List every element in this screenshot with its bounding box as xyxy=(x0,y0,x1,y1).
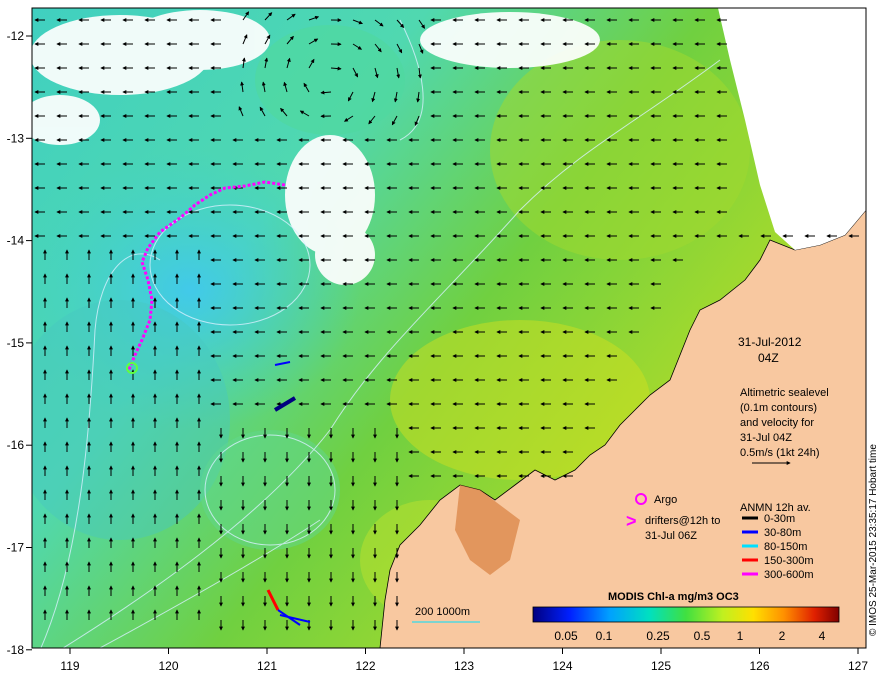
svg-text:(0.1m contours): (0.1m contours) xyxy=(740,402,817,414)
map-time: 04Z xyxy=(758,351,779,365)
argo-legend-label: Argo xyxy=(654,494,677,506)
x-tick-label: 127 xyxy=(848,659,868,673)
eddy-feature xyxy=(255,25,405,135)
map-date: 31-Jul-2012 xyxy=(738,335,802,349)
anmn-legend-label: 30-80m xyxy=(764,527,801,539)
colorbar-tick-label: 0.25 xyxy=(646,629,670,643)
svg-text:0.5m/s (1kt 24h): 0.5m/s (1kt 24h) xyxy=(740,447,819,459)
y-axis: -12 -13 -14 -15 -16 -17 -18 xyxy=(7,29,32,657)
ocean-chlorophyll-map: 200 1000m 119 120 121 122 123 124 125 126 127 -1… xyxy=(7,7,879,673)
colorbar-tick-label: 2 xyxy=(779,629,786,643)
anmn-legend-label: 0-30m xyxy=(764,513,795,525)
drifters-legend-label-2: 31-Jul 06Z xyxy=(645,530,697,542)
low-chlorophyll-region-2 xyxy=(32,300,230,540)
x-tick-label: 123 xyxy=(454,659,474,673)
y-tick-label: -13 xyxy=(7,131,25,145)
y-tick-label: -17 xyxy=(7,541,25,555)
y-tick-label: -16 xyxy=(7,438,25,452)
x-axis: 119 120 121 122 123 124 125 126 127 xyxy=(60,648,868,673)
colorbar-tick-label: 0.05 xyxy=(554,629,578,643)
colorbar-tick-label: 0.5 xyxy=(694,629,711,643)
colorbar-title: MODIS Chl-a mg/m3 OC3 xyxy=(608,591,739,603)
colorbar-tick-label: 0.1 xyxy=(596,629,613,643)
x-tick-label: 119 xyxy=(60,659,79,673)
depth-legend-label: 200 1000m xyxy=(415,606,470,618)
y-tick-label: -18 xyxy=(7,643,25,657)
colorbar xyxy=(532,606,840,623)
anmn-legend-label: 300-600m xyxy=(764,569,814,581)
drifters-legend-label-1: drifters@12h to xyxy=(645,515,720,527)
x-tick-label: 122 xyxy=(355,659,375,673)
svg-text:and velocity for: and velocity for xyxy=(740,417,814,429)
x-tick-label: 126 xyxy=(749,659,769,673)
colorbar-tick-label: 1 xyxy=(737,629,744,643)
drifters-legend-icon: > xyxy=(626,511,637,531)
credit-text: © IMOS 25-Mar-2015 23:35:17 Hobart time xyxy=(868,444,879,636)
y-tick-label: -12 xyxy=(7,29,25,43)
x-tick-label: 121 xyxy=(257,659,277,673)
anmn-legend-label: 150-300m xyxy=(764,555,814,567)
anmn-legend-label: 80-150m xyxy=(764,541,807,553)
x-tick-label: 124 xyxy=(552,659,572,673)
colorbar-tick-label: 4 xyxy=(819,629,826,643)
y-tick-label: -15 xyxy=(7,336,25,350)
svg-text:31-Jul 04Z: 31-Jul 04Z xyxy=(740,432,792,444)
y-tick-label: -14 xyxy=(7,234,25,248)
x-tick-label: 125 xyxy=(651,659,671,673)
svg-text:Altimetric sealevel: Altimetric sealevel xyxy=(740,387,829,399)
x-tick-label: 120 xyxy=(158,659,178,673)
high-chlorophyll-band xyxy=(490,40,750,260)
